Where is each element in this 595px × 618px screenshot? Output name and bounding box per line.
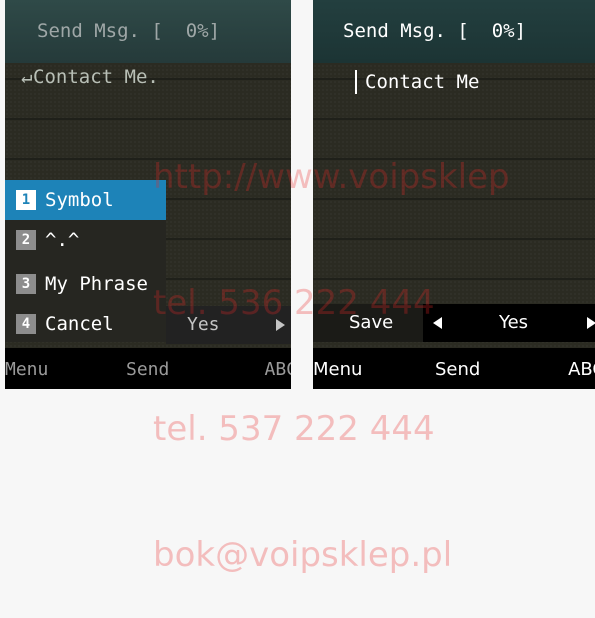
return-icon: ↵	[21, 66, 33, 88]
header-title: Send Msg. [ 0%]	[37, 20, 221, 42]
header-title: Send Msg. [ 0%]	[343, 20, 527, 42]
header-bar: Send Msg. [ 0%]	[5, 0, 291, 63]
menu-item-label: My Phrase	[45, 273, 148, 295]
options-popup-menu: 1 Symbol 2 ^.^ 3 My Phrase 4 Cancel	[5, 180, 166, 342]
menu-number-badge: 4	[16, 314, 36, 334]
watermark-line: tel. 537 222 444	[153, 409, 435, 449]
menu-number-badge: 2	[16, 230, 36, 250]
message-text: Contact Me	[365, 71, 480, 93]
softkey-bar: Menu Send ABC	[5, 348, 291, 389]
save-label: Save	[349, 312, 394, 333]
watermark-line: bok@voipsklep.pl	[153, 535, 453, 575]
phone-screen-left: Send Msg. [ 0%] ↵ Contact Me. 1 Symbol 2…	[5, 0, 291, 389]
softkey-menu[interactable]: Menu	[5, 359, 48, 380]
menu-item-my-phrase[interactable]: 3 My Phrase	[5, 264, 166, 304]
save-option-row: Save Yes	[313, 304, 595, 342]
arrow-right-icon[interactable]	[587, 317, 595, 329]
save-value: Yes	[187, 314, 220, 335]
message-edit-field[interactable]: ↵ Contact Me.	[5, 58, 291, 98]
menu-item-label: ^.^	[45, 229, 80, 251]
menu-item-label: Symbol	[45, 189, 114, 211]
arrow-right-icon[interactable]	[276, 319, 285, 331]
header-bar: Send Msg. [ 0%]	[313, 0, 595, 63]
phone-screen-right: Send Msg. [ 0%] Contact Me Save Yes Menu…	[313, 0, 595, 389]
softkey-input-mode[interactable]: ABC	[264, 359, 291, 380]
menu-item-symbol[interactable]: 1 Symbol	[5, 180, 166, 220]
softkey-send[interactable]: Send	[126, 359, 169, 380]
arrow-left-icon[interactable]	[433, 317, 442, 329]
menu-number-badge: 1	[16, 190, 36, 210]
menu-item-label: Cancel	[45, 313, 114, 335]
save-value: Yes	[499, 312, 529, 333]
softkey-input-mode[interactable]: ABC	[568, 359, 595, 380]
message-text: Contact Me.	[33, 66, 159, 88]
message-edit-field[interactable]: Contact Me	[313, 62, 595, 102]
menu-item-emoticon[interactable]: 2 ^.^	[5, 220, 166, 260]
save-value-selector[interactable]: Yes	[166, 306, 291, 344]
menu-item-cancel[interactable]: 4 Cancel	[5, 304, 166, 344]
save-value-selector[interactable]: Yes	[423, 304, 595, 342]
menu-number-badge: 3	[16, 274, 36, 294]
softkey-menu[interactable]: Menu	[313, 359, 362, 380]
softkey-send[interactable]: Send	[435, 359, 480, 380]
softkey-bar: Menu Send ABC	[313, 348, 595, 389]
